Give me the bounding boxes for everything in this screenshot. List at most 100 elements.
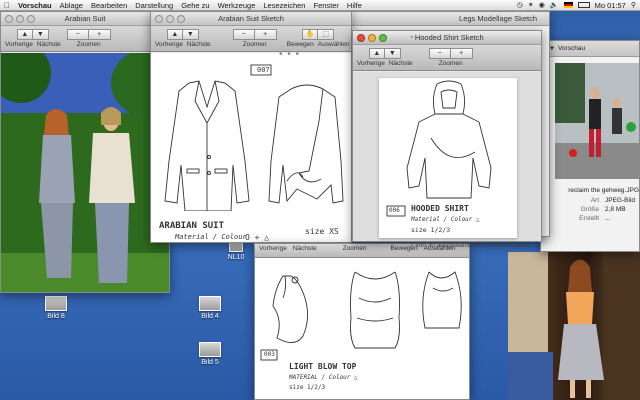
desktop-icon-bild-8[interactable]: Bild 8: [38, 296, 74, 320]
sketch-material-value: O + △: [245, 233, 270, 242]
menu-lesezeichen[interactable]: Lesezeichen: [259, 1, 309, 10]
sketch-size: size 1/2/3: [289, 384, 326, 391]
prev-label: Vorherige: [155, 41, 183, 48]
select-tool-button[interactable]: ⬚: [318, 29, 335, 40]
volume-icon[interactable]: 🔈: [550, 1, 559, 9]
move-tool-button[interactable]: ✋: [302, 29, 319, 40]
apple-menu-icon[interactable]: : [0, 1, 14, 10]
sketch-material: MATERIAL / Colour △: [289, 374, 358, 381]
menu-fenster[interactable]: Fenster: [309, 1, 342, 10]
prev-button[interactable]: ▲: [166, 29, 183, 40]
window-controls: [5, 15, 35, 23]
titlebar[interactable]: ▫ Hooded Shirt Sketch: [353, 31, 541, 45]
info-row: Art JPEG-Bild: [590, 197, 635, 204]
window-title: Legs Modellage Sketch: [459, 14, 537, 23]
vorschau-header: ▼ Vorschau: [541, 41, 639, 57]
window-title: Arabian Suit: [64, 14, 106, 23]
bluetooth-icon[interactable]: ✶: [528, 1, 534, 9]
page-indicator-dots: • • •: [279, 49, 301, 60]
titlebar[interactable]: Arabian Suit Sketch: [151, 12, 351, 26]
zoom-out-button[interactable]: −: [232, 29, 255, 40]
zoom-label: Zoomen: [438, 60, 463, 67]
zoom-label[interactable]: Zoomen: [343, 245, 367, 252]
window-hooded-shirt-sketch[interactable]: ▫ Hooded Shirt Sketch ▲ ▼ Vorherige Nächst…: [352, 30, 542, 242]
menu-vorschau[interactable]: Vorschau: [14, 1, 56, 10]
next-button[interactable]: ▼: [384, 48, 401, 59]
desktop-icon-nl10[interactable]: NL10: [218, 240, 254, 261]
zoom-button[interactable]: [379, 34, 387, 42]
sketch-number: 007: [257, 66, 270, 74]
close-button[interactable]: [357, 34, 365, 42]
minimize-button[interactable]: [16, 15, 24, 23]
window-title: Arabian Suit Sketch: [218, 14, 284, 23]
prev-label: Vorherige: [5, 41, 33, 48]
menu-bearbeiten[interactable]: Bearbeiten: [87, 1, 131, 10]
spotlight-icon[interactable]: ⚲: [631, 1, 636, 9]
titlebar[interactable]: Arabian Suit: [1, 12, 169, 26]
zoom-in-button[interactable]: +: [254, 29, 277, 40]
vorschau-pane: ▼ Vorschau reclaim the gehweg.JPG Art JPE: [541, 41, 639, 251]
wifi-icon[interactable]: ◉: [539, 1, 545, 9]
info-filename: reclaim the gehweg.JPG: [568, 187, 639, 194]
image-file-icon: [199, 342, 221, 357]
vorschau-title: Vorschau: [557, 45, 586, 52]
menu-gehe-zu[interactable]: Gehe zu: [177, 1, 213, 10]
minimize-button[interactable]: [166, 15, 174, 23]
vorschau-photo[interactable]: [555, 63, 639, 179]
titlebar[interactable]: Legs Modellage Sketch: [341, 12, 549, 26]
next-button[interactable]: ▼: [32, 29, 49, 40]
next-button[interactable]: ▼: [182, 29, 199, 40]
toolbar: ▲ ▼ Vorherige Nächste − + Zoomen ✋ ⬚ Bewegen…: [151, 26, 351, 52]
prev-button[interactable]: ▲: [368, 48, 385, 59]
window-controls: [357, 34, 387, 42]
sketch-name: ARABIAN SUIT: [159, 221, 225, 231]
nav-group: ▲ ▼ Vorherige Nächste: [155, 29, 211, 48]
desktop-icon-bild-4[interactable]: Bild 4: [192, 296, 228, 320]
zoom-button[interactable]: [27, 15, 35, 23]
sketch-view[interactable]: 003 LIGHT BLOW TOP MATERIAL / Colour △ s…: [255, 258, 469, 399]
zoom-in-button[interactable]: +: [88, 29, 111, 40]
window-title: Hooded Shirt Sketch: [414, 33, 484, 42]
window-light-blow-top[interactable]: Vorherige Nächste Zoomen Bewegen Auswähl…: [254, 243, 470, 400]
sketch-number: 006: [389, 207, 400, 214]
photo-view[interactable]: [1, 53, 169, 292]
menu-hilfe[interactable]: Hilfe: [343, 1, 366, 10]
menu-bar:  Vorschau Ablage Bearbeiten Darstellung…: [0, 0, 640, 11]
close-button[interactable]: [5, 15, 13, 23]
window-controls: [155, 15, 185, 23]
window-arabian-suit-sketch[interactable]: Arabian Suit Sketch ▲ ▼ Vorherige Nächste …: [150, 11, 352, 243]
prev-label[interactable]: Vorherige: [259, 245, 287, 252]
sketch-size: size 1/2/3: [411, 226, 451, 234]
zoom-group: − + Zoomen: [428, 48, 473, 67]
zoom-in-button[interactable]: +: [450, 48, 473, 59]
close-button[interactable]: [155, 15, 163, 23]
menu-werkzeuge[interactable]: Werkzeuge: [214, 1, 260, 10]
zoom-out-button[interactable]: −: [66, 29, 89, 40]
flag-icon[interactable]: [563, 2, 573, 8]
prev-label: Vorherige: [357, 60, 385, 67]
zoom-button[interactable]: [177, 15, 185, 23]
prev-button[interactable]: ▲: [16, 29, 33, 40]
woman-doorway-photo[interactable]: [508, 252, 640, 400]
next-label[interactable]: Nächste: [293, 245, 317, 252]
battery-icon[interactable]: [577, 2, 590, 8]
menu-ablage[interactable]: Ablage: [56, 1, 87, 10]
sketch-view[interactable]: 006 HOODED SHIRT Material / Colour △ siz…: [353, 72, 541, 241]
woman-doorway-image: [508, 252, 640, 400]
menu-extras: ◷ ✶ ◉ 🔈 Mo 01:57 ⚲: [517, 1, 640, 10]
sketch-view[interactable]: • • • 007 ARABIAN SUIT Material / Colour…: [151, 49, 351, 242]
arabian-suit-photo: [1, 53, 169, 292]
zoom-out-button[interactable]: −: [428, 48, 451, 59]
window-vorschau[interactable]: ▼ Vorschau reclaim the gehweg.JPG Art JPE: [540, 40, 640, 252]
info-table: Art JPEG-Bild Größe 2,8 MB Erstellt...: [575, 195, 639, 224]
menu-darstellung[interactable]: Darstellung: [131, 1, 177, 10]
status-bar-text: 1 von 30 ausgewählt, 33,33 GB verfügbar: [410, 242, 530, 249]
window-arabian-suit[interactable]: Arabian Suit ▲ ▼ Vorherige Nächste − + Zoom…: [0, 11, 170, 293]
menu-clock[interactable]: Mo 01:57: [595, 1, 626, 10]
move-label: Bewegen: [286, 41, 314, 48]
desktop-icon-bild-5[interactable]: Bild 5: [192, 342, 228, 366]
time-machine-icon[interactable]: ◷: [517, 1, 523, 9]
info-row: Größe 2,8 MB: [580, 206, 626, 213]
minimize-button[interactable]: [368, 34, 376, 42]
light-blow-top-drawing: [260, 271, 462, 361]
